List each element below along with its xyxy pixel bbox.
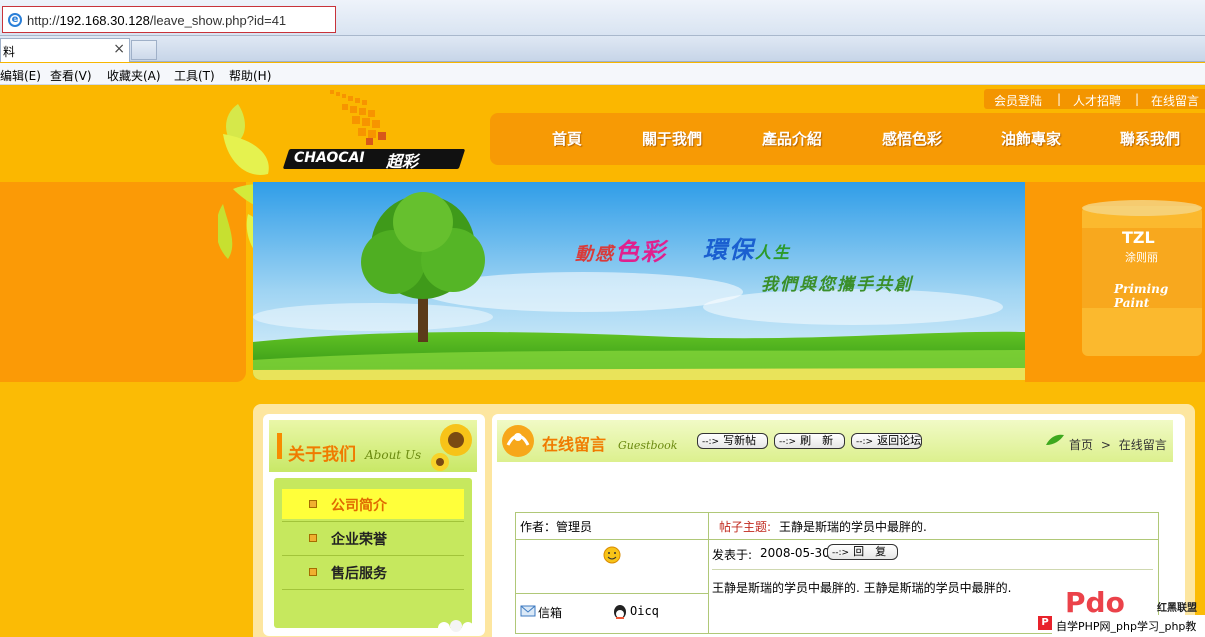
breadcrumb: 首页 > 在线留言 — [1069, 436, 1167, 453]
bullet-icon — [309, 500, 317, 508]
nav-colors[interactable]: 感悟色彩 — [882, 128, 942, 149]
slogan-eco: 環保人生 — [703, 236, 792, 264]
posted-label: 发表于: — [712, 548, 753, 562]
main-navigation: 首頁 關于我們 產品介紹 感悟色彩 油飾專家 聯系我們 — [490, 113, 1205, 165]
reply-button[interactable]: --:> 回 复 — [827, 544, 898, 560]
sidebar-item-after-sales[interactable]: 售后服务 — [282, 557, 464, 587]
divider — [282, 589, 464, 590]
browser-tab-bar: 料 × — [0, 36, 1205, 62]
nav-contact[interactable]: 聯系我們 — [1120, 128, 1180, 149]
new-post-button[interactable]: --:> 写新帖 — [697, 433, 768, 449]
new-tab-button[interactable] — [131, 40, 157, 60]
post-subject: 王静是斯瑞的学员中最胖的. — [779, 520, 927, 534]
sidebar-item-label: 售后服务 — [331, 566, 387, 582]
top-links-bar: 会员登陆 | 人才招聘 | 在线留言 — [984, 89, 1205, 109]
watermark-logo: Pdo — [1065, 586, 1125, 616]
guestbook-link[interactable]: 在线留言 — [1151, 92, 1199, 109]
link-separator: | — [1057, 92, 1062, 106]
sidebar-item-label: 公司简介 — [331, 498, 387, 514]
sidebar-item-label: 企业荣誉 — [331, 532, 387, 548]
logo-text-cn: 超彩 — [386, 152, 419, 171]
leaf-icon — [1046, 434, 1064, 445]
divider — [282, 555, 464, 556]
smiley-sun-icon — [603, 546, 621, 564]
watermark-badge: P — [1038, 616, 1052, 630]
browser-menu-bar: 编辑(E) 查看(V) 收藏夹(A) 工具(T) 帮助(H) — [0, 63, 1205, 85]
bullet-icon — [309, 568, 317, 576]
breadcrumb-separator: > — [1100, 438, 1111, 452]
watermark-brand: 红黑联盟 — [1157, 603, 1197, 614]
author-name: 管理员 — [556, 520, 593, 534]
qq-label[interactable]: Oicq — [630, 604, 659, 618]
divider — [282, 521, 464, 522]
slogan-together: 我們與您攜手共創 — [761, 275, 913, 295]
url-text: http://192.168.30.128/leave_show.php?id=… — [27, 13, 287, 28]
guestbook-title: 在线留言 — [542, 435, 607, 454]
browser-page-icon: e — [8, 13, 22, 27]
svg-text:Pdo: Pdo — [1065, 586, 1125, 616]
qq-penguin-icon[interactable] — [612, 603, 628, 619]
guestbook-emblem-icon — [502, 425, 534, 457]
sidebar-item-honors[interactable]: 企业荣誉 — [282, 523, 464, 553]
author-label: 作者： — [520, 520, 557, 534]
menu-view[interactable]: 查看(V) — [50, 67, 92, 84]
logo-text-en: CHAOCAI — [294, 150, 365, 166]
sidebar-title-en: About Us — [365, 448, 422, 462]
sidebar-item-company-profile[interactable]: 公司简介 — [282, 489, 464, 519]
paint-can-label: Priming Paint — [1114, 282, 1169, 310]
mailbox-icon[interactable] — [520, 603, 536, 617]
nav-home[interactable]: 首頁 — [552, 128, 582, 149]
menu-tools[interactable]: 工具(T) — [174, 67, 215, 84]
table-divider — [712, 569, 1153, 570]
mailbox-label[interactable]: 信箱 — [538, 604, 562, 621]
left-decor-band — [0, 182, 246, 382]
browser-address-bar: e http://192.168.30.128/leave_show.php?i… — [0, 0, 1205, 36]
sidebar-title-accent — [277, 433, 282, 459]
flower-decoration-icon — [438, 620, 474, 634]
guestbook-title-en: Guestbook — [618, 439, 678, 452]
member-login-link[interactable]: 会员登陆 — [994, 92, 1042, 109]
sunflower-icon — [431, 424, 472, 471]
nav-paint-expert[interactable]: 油飾專家 — [1001, 128, 1061, 149]
bullet-icon — [309, 534, 317, 542]
menu-edit[interactable]: 编辑(E) — [0, 67, 41, 84]
paint-can-subtitle: 涂则丽 — [1125, 251, 1158, 264]
back-to-forum-button[interactable]: --:> 返回论坛 — [851, 433, 922, 449]
breadcrumb-current: 在线留言 — [1118, 438, 1167, 452]
link-separator: | — [1135, 92, 1140, 106]
tab-title: 料 — [3, 45, 16, 59]
table-divider — [515, 539, 1159, 540]
posted-date: 2008-05-30 — [760, 546, 830, 560]
menu-help[interactable]: 帮助(H) — [229, 67, 271, 84]
slogan-dynamic: 動感色彩 — [575, 238, 667, 266]
logo-mosaic-icon — [330, 90, 386, 145]
watermark-caption: 自学PHP网_php学习_php教 — [1052, 615, 1205, 637]
careers-link[interactable]: 人才招聘 — [1073, 92, 1121, 109]
menu-favorites[interactable]: 收藏夹(A) — [107, 67, 161, 84]
hero-banner: 動感色彩 環保人生 我們與您攜手共創 — [253, 182, 1025, 380]
refresh-button[interactable]: --:> 刷 新 — [774, 433, 845, 449]
browser-tab[interactable]: 料 × — [0, 38, 130, 62]
nav-products[interactable]: 產品介紹 — [762, 128, 822, 149]
table-divider — [515, 593, 708, 594]
nav-about[interactable]: 關于我們 — [642, 128, 702, 149]
breadcrumb-home[interactable]: 首页 — [1069, 438, 1093, 452]
sidebar-title: 关于我们 — [288, 445, 356, 465]
close-tab-icon[interactable]: × — [113, 41, 125, 57]
paint-can-brand: TZL — [1122, 228, 1155, 247]
subject-label: 帖子主题: — [719, 520, 772, 534]
table-divider — [708, 512, 709, 634]
post-body: 王静是斯瑞的学员中最胖的. 王静是斯瑞的学员中最胖的. — [712, 581, 1012, 595]
url-input[interactable]: e http://192.168.30.128/leave_show.php?i… — [2, 6, 336, 33]
